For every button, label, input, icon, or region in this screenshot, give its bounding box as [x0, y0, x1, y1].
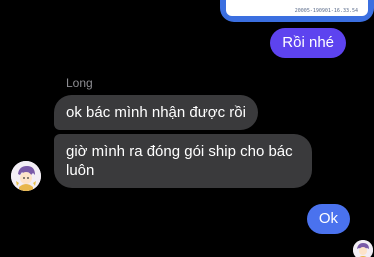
avatar-icon	[353, 240, 373, 257]
avatar-icon	[11, 161, 41, 191]
contact-avatar-icon[interactable]	[11, 161, 41, 191]
image-attachment-preview: 20005-190901-16.33.54	[226, 0, 368, 16]
outgoing-message[interactable]: Rồi nhé	[270, 28, 346, 58]
image-attachment[interactable]: 20005-190901-16.33.54	[220, 0, 374, 22]
incoming-message[interactable]: giờ mình ra đóng gói ship cho bác luôn	[54, 134, 312, 188]
image-attachment-caption: 20005-190901-16.33.54	[294, 8, 358, 14]
incoming-message[interactable]: ok bác mình nhận được rồi	[54, 95, 258, 130]
chat-thread: 20005-190901-16.33.54 Rồi nhé Long ok bá…	[0, 0, 374, 257]
outgoing-message[interactable]: Ok	[306, 204, 350, 234]
sender-name: Long	[66, 76, 93, 90]
read-receipt-avatar-icon	[353, 240, 373, 257]
